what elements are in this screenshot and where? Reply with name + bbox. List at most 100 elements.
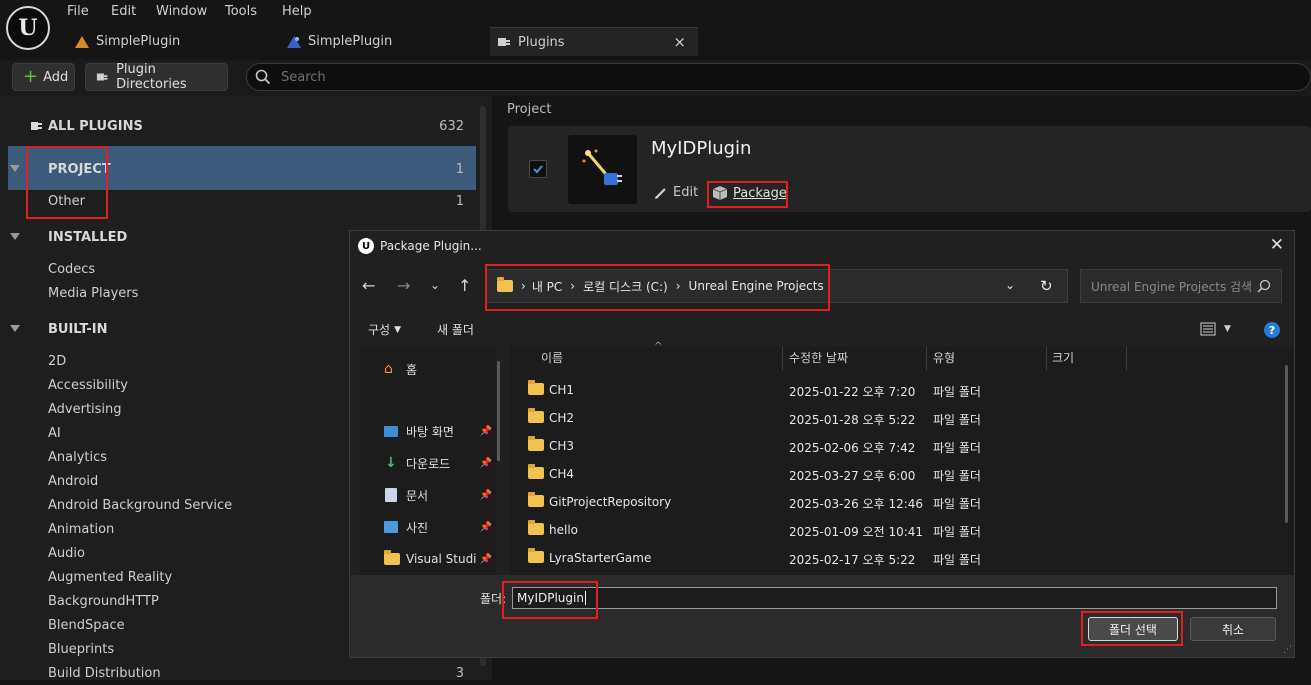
- column-divider[interactable]: [926, 347, 927, 371]
- file-row[interactable]: LyraStarterGame 2025-02-17 오후 5:22 파일 폴더: [520, 544, 1280, 572]
- pin-icon[interactable]: 📌: [480, 426, 492, 437]
- file-row[interactable]: CH3 2025-02-06 오후 7:42 파일 폴더: [520, 432, 1280, 460]
- cancel-button[interactable]: 취소: [1190, 617, 1276, 641]
- category-all-plugins[interactable]: ALL PLUGINS 632: [0, 114, 476, 138]
- check-icon: [533, 165, 543, 174]
- column-divider[interactable]: [1126, 347, 1127, 371]
- edit-label: Edit: [673, 185, 699, 200]
- folder-icon: [528, 380, 544, 395]
- plugin-enabled-checkbox[interactable]: [529, 160, 547, 178]
- column-divider[interactable]: [1046, 347, 1047, 371]
- highlight-project-other: [26, 146, 108, 219]
- up-folder-arrow-icon[interactable]: ↑: [458, 276, 471, 295]
- pin-icon[interactable]: 📌: [480, 490, 492, 501]
- column-header-type[interactable]: 유형: [933, 349, 955, 366]
- collapse-arrow-icon[interactable]: [10, 233, 20, 240]
- edit-plugin-button[interactable]: Edit: [654, 185, 698, 200]
- nav-documents[interactable]: 문서 📌: [380, 482, 492, 508]
- back-arrow-icon[interactable]: ←: [362, 276, 375, 295]
- category-label: Accessibility: [48, 377, 128, 393]
- file-date: 2025-01-09 오전 10:41: [789, 525, 924, 539]
- menu-file[interactable]: File: [67, 4, 89, 19]
- tab-label: Plugins: [518, 34, 565, 50]
- menu-tools[interactable]: Tools: [225, 4, 257, 19]
- nav-pane-scrollbar[interactable]: [497, 361, 500, 461]
- column-divider[interactable]: [782, 347, 783, 371]
- file-type: 파일 폴더: [933, 553, 981, 567]
- recent-locations-chevron-icon[interactable]: ⌄: [430, 278, 440, 292]
- collapse-arrow-icon[interactable]: [10, 325, 20, 332]
- menu-window[interactable]: Window: [156, 4, 207, 19]
- material-icon: [287, 35, 301, 48]
- highlight-select-folder: [1081, 611, 1183, 646]
- plugin-directories-button[interactable]: Plugin Directories: [85, 62, 228, 92]
- close-dialog-icon[interactable]: ✕: [1270, 235, 1284, 255]
- nav-downloads[interactable]: ↓ 다운로드 📌: [380, 450, 492, 476]
- organize-menu[interactable]: 구성 ▼: [368, 321, 401, 338]
- folder-search-placeholder: Unreal Engine Projects 검색: [1091, 279, 1253, 294]
- category-label: INSTALLED: [48, 229, 128, 245]
- file-type: 파일 폴더: [933, 385, 981, 399]
- column-header-size[interactable]: 크기: [1052, 349, 1074, 366]
- collapse-arrow-icon[interactable]: [10, 165, 20, 172]
- category-build-distribution[interactable]: Build Distribution 3: [0, 661, 476, 685]
- unreal-logo-icon[interactable]: U: [6, 6, 50, 50]
- folder-name-input[interactable]: MyIDPlugin: [512, 587, 1277, 609]
- search-icon: [1257, 279, 1271, 293]
- plugin-search-input[interactable]: Search: [246, 63, 1311, 91]
- folder-icon: [528, 548, 544, 563]
- category-label: BlendSpace: [48, 617, 125, 633]
- nav-label: 사진: [406, 520, 429, 535]
- tab-simpleplugin-1[interactable]: SimplePlugin: [68, 27, 268, 56]
- file-row[interactable]: CH2 2025-01-28 오후 5:22 파일 폴더: [520, 404, 1280, 432]
- file-date: 2025-03-26 오후 12:46: [789, 497, 924, 511]
- view-options-button[interactable]: ▼: [1200, 322, 1231, 336]
- add-button[interactable]: + Add: [12, 63, 75, 91]
- category-label: Blueprints: [48, 641, 115, 657]
- help-icon[interactable]: ?: [1264, 322, 1280, 338]
- file-row[interactable]: CH4 2025-03-27 오후 6:00 파일 폴더: [520, 460, 1280, 488]
- file-row[interactable]: CH1 2025-01-22 오후 7:20 파일 폴더: [520, 376, 1280, 404]
- file-row[interactable]: GitProjectRepository 2025-03-26 오후 12:46…: [520, 488, 1280, 516]
- unreal-app-icon: U: [358, 238, 374, 254]
- category-label: Codecs: [48, 261, 96, 277]
- file-list-scrollbar[interactable]: [1285, 365, 1288, 523]
- file-row[interactable]: hello 2025-01-09 오전 10:41 파일 폴더: [520, 516, 1280, 544]
- folder-icon: [528, 520, 544, 535]
- close-tab-icon[interactable]: ×: [673, 33, 686, 51]
- column-header-modified[interactable]: 수정한 날짜: [789, 349, 848, 366]
- file-name: hello: [549, 523, 578, 537]
- search-icon: [255, 69, 271, 85]
- plugin-folder-icon: [96, 73, 108, 81]
- new-folder-button[interactable]: 새 폴더: [437, 321, 474, 338]
- nav-visual-studio[interactable]: Visual Studio 📌: [380, 546, 492, 572]
- forward-arrow-icon[interactable]: →: [397, 276, 410, 295]
- highlight-package: [707, 181, 788, 208]
- column-header-name[interactable]: 이름: [541, 349, 563, 366]
- category-label: Analytics: [48, 449, 108, 465]
- file-date: 2025-02-06 오후 7:42: [789, 441, 916, 455]
- tab-label: SimplePlugin: [96, 34, 181, 49]
- nav-pictures[interactable]: 사진 📌: [380, 514, 492, 540]
- nav-desktop[interactable]: 바탕 화면 📌: [380, 418, 492, 444]
- pin-icon[interactable]: 📌: [480, 458, 492, 469]
- nav-label: 바탕 화면: [406, 424, 454, 439]
- resize-grip-icon[interactable]: ⋰: [1283, 645, 1292, 655]
- plugin-thumbnail: [568, 135, 637, 204]
- refresh-icon[interactable]: ↻: [1040, 277, 1053, 295]
- pin-icon[interactable]: 📌: [480, 522, 492, 533]
- pin-icon[interactable]: 📌: [480, 554, 492, 565]
- tab-simpleplugin-2[interactable]: SimplePlugin: [280, 27, 480, 56]
- file-name: CH3: [549, 439, 575, 453]
- folder-search-input[interactable]: Unreal Engine Projects 검색: [1080, 269, 1282, 303]
- address-dropdown-chevron-icon[interactable]: ⌄: [1005, 278, 1015, 292]
- menu-help[interactable]: Help: [282, 4, 312, 19]
- nav-label: 다운로드: [406, 456, 451, 471]
- tab-plugins[interactable]: Plugins ×: [490, 27, 698, 56]
- category-label: Android Background Service: [48, 497, 233, 513]
- category-label: Build Distribution: [48, 665, 161, 681]
- menu-edit[interactable]: Edit: [111, 4, 136, 19]
- nav-home[interactable]: ⌂ 홈: [380, 356, 492, 382]
- search-placeholder: Search: [281, 69, 326, 85]
- dropdown-arrow-icon: ▼: [1224, 324, 1231, 334]
